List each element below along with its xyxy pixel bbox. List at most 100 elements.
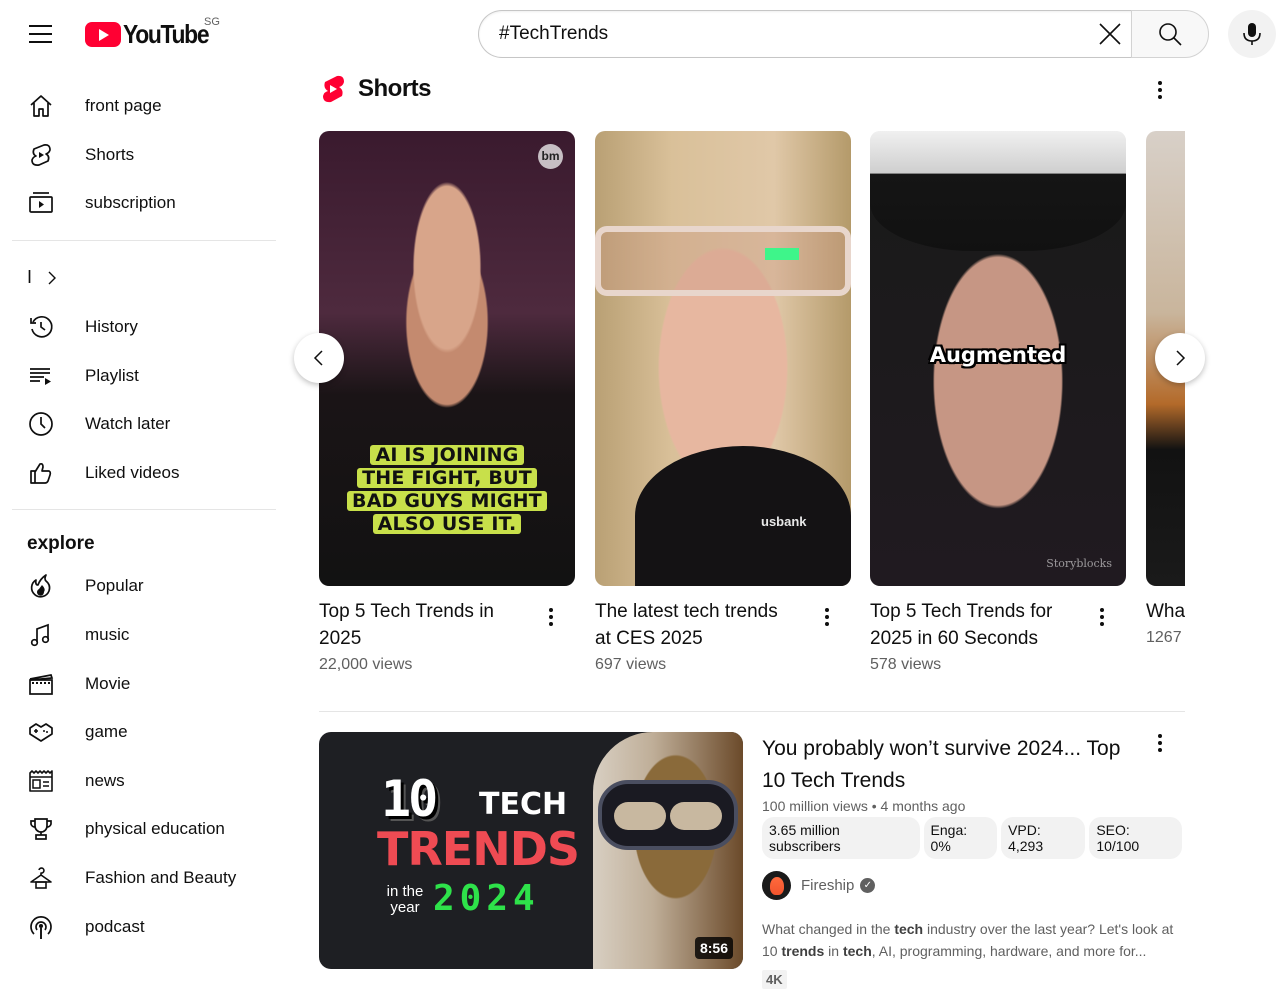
short-title[interactable]: What tech trends xyxy=(1146,598,1185,625)
shorts-shelf: bm AI IS JOINING THE FIGHT, BUT BAD GUYS… xyxy=(319,131,1185,691)
short-more-button[interactable] xyxy=(539,605,563,629)
search-button[interactable] xyxy=(1131,10,1209,58)
movie-icon xyxy=(29,673,54,695)
news-icon xyxy=(29,770,53,792)
caption-line: THE FIGHT, BUT xyxy=(357,468,537,488)
thumbnail-text: 10 xyxy=(381,770,438,828)
channel-name[interactable]: Fireship xyxy=(801,877,854,894)
video-thumbnail[interactable]: 10 TECH TRENDS in the year 2024 8:56 xyxy=(319,732,743,969)
short-views: 1267 xyxy=(1146,629,1182,646)
voice-search-button[interactable] xyxy=(1228,10,1276,58)
channel-avatar[interactable] xyxy=(762,871,791,900)
youtube-logo[interactable]: YouTube xyxy=(85,18,220,49)
shelf-next-button[interactable] xyxy=(1155,333,1205,383)
sidebar-divider xyxy=(12,509,276,511)
short-views: 697 views xyxy=(595,656,667,673)
region-code: SG xyxy=(204,16,220,28)
chevron-right-icon xyxy=(1176,350,1186,366)
shorts-more-button[interactable] xyxy=(1148,78,1172,102)
shelf-previous-button[interactable] xyxy=(294,333,344,383)
sidebar-item-home[interactable]: front page xyxy=(0,82,290,131)
sidebar-item-game[interactable]: game xyxy=(0,708,290,757)
thumbnail-text: 2024 xyxy=(433,878,540,919)
keyword-highlight: trends xyxy=(781,943,825,959)
thumbnail-text: in the year xyxy=(386,883,424,916)
engagement-chip: Enga: 0% xyxy=(923,817,998,859)
stats-chips: 3.65 million subscribers Enga: 0% VPD: 4… xyxy=(762,817,1182,859)
more-vert-icon xyxy=(825,608,829,612)
menu-button[interactable] xyxy=(29,25,53,43)
mic-icon xyxy=(1243,23,1261,45)
short-card[interactable]: Augmented Storyblocks Top 5 Tech Trends … xyxy=(870,131,1126,674)
more-vert-icon xyxy=(1100,608,1104,612)
short-card[interactable]: bm AI IS JOINING THE FIGHT, BUT BAD GUYS… xyxy=(319,131,575,674)
video-description: What changed in the tech industry over t… xyxy=(762,918,1177,962)
sidebar-item-movie[interactable]: Movie xyxy=(0,659,290,708)
short-title[interactable]: Top 5 Tech Trends for 2025 in 60 Seconds xyxy=(870,598,1070,652)
subscribers-chip: 3.65 million subscribers xyxy=(762,817,920,859)
thumbnail-text: TECH xyxy=(479,787,568,822)
channel-link[interactable]: Fireship ✓ xyxy=(762,871,1182,900)
sidebar-item-playlist[interactable]: Playlist xyxy=(0,351,290,400)
video-metadata: 100 million views • 4 months ago xyxy=(762,798,966,814)
sidebar-item-news[interactable]: news xyxy=(0,757,290,806)
sidebar-item-history[interactable]: History xyxy=(0,303,290,352)
playlist-icon xyxy=(30,367,51,385)
sidebar-item-popular[interactable]: Popular xyxy=(0,562,290,611)
sidebar-item-fashion-beauty[interactable]: Fashion and Beauty xyxy=(0,854,290,903)
more-vert-icon xyxy=(1158,734,1162,738)
description-text: in xyxy=(824,943,843,959)
keyword-highlight: tech xyxy=(842,943,872,959)
sidebar-item-label: Watch later xyxy=(85,414,171,434)
video-info: You probably won’t survive 2024... Top 1… xyxy=(762,733,1182,989)
home-icon xyxy=(30,95,52,118)
short-title[interactable]: The latest tech trends at CES 2025 xyxy=(595,598,795,652)
video-more-button[interactable] xyxy=(1148,731,1172,755)
search-box[interactable] xyxy=(478,10,1132,58)
quality-badge: 4K xyxy=(762,970,787,989)
podcast-icon xyxy=(30,915,52,939)
shorts-icon xyxy=(31,143,51,166)
sidebar-item-you[interactable]: I xyxy=(0,253,290,303)
chevron-right-icon xyxy=(48,271,57,285)
more-vert-icon xyxy=(1158,81,1162,85)
short-card[interactable]: What tech trends 1267 xyxy=(1146,131,1185,647)
logo-text: YouTube xyxy=(123,18,210,49)
short-more-button[interactable] xyxy=(1090,605,1114,629)
clear-search-button[interactable] xyxy=(1094,18,1126,50)
sidebar-item-music[interactable]: music xyxy=(0,611,290,660)
sidebar-item-label: Playlist xyxy=(85,365,139,385)
short-thumbnail[interactable]: usbank xyxy=(595,131,851,586)
clear-icon xyxy=(1099,23,1121,45)
sidebar-item-subscriptions[interactable]: subscription xyxy=(0,179,290,228)
caption-line: ALSO USE IT. xyxy=(372,514,522,534)
video-duration: 8:56 xyxy=(694,937,733,959)
thumbnail-text: TRENDS xyxy=(377,822,580,876)
view-count: 100 million views xyxy=(762,798,868,814)
more-vert-icon xyxy=(549,608,553,612)
you-label: I xyxy=(27,267,33,288)
sidebar-item-label: music xyxy=(85,625,130,645)
music-icon xyxy=(30,623,50,647)
search-input[interactable] xyxy=(499,23,1079,45)
short-card[interactable]: usbank The latest tech trends at CES 202… xyxy=(595,131,851,674)
channel-watermark: usbank xyxy=(761,514,807,529)
short-thumbnail[interactable]: Augmented Storyblocks xyxy=(870,131,1126,586)
verified-badge-icon: ✓ xyxy=(860,878,876,893)
short-thumbnail[interactable]: bm AI IS JOINING THE FIGHT, BUT BAD GUYS… xyxy=(319,131,575,586)
sidebar-item-shorts[interactable]: Shorts xyxy=(0,131,290,180)
keyword-highlight: tech xyxy=(894,921,924,937)
upload-age: 4 months ago xyxy=(880,798,966,814)
thumbnail-caption: AI IS JOINING THE FIGHT, BUT BAD GUYS MI… xyxy=(319,445,575,534)
short-more-button[interactable] xyxy=(815,605,839,629)
sidebar-item-label: front page xyxy=(85,96,162,116)
sidebar-item-podcast[interactable]: podcast xyxy=(0,902,290,951)
video-title[interactable]: You probably won’t survive 2024... Top 1… xyxy=(762,733,1142,797)
short-title[interactable]: Top 5 Tech Trends in 2025 xyxy=(319,598,519,652)
sidebar-item-liked-videos[interactable]: Liked videos xyxy=(0,449,290,498)
sidebar-item-watch-later[interactable]: Watch later xyxy=(0,400,290,449)
vpd-chip: VPD: 4,293 xyxy=(1001,817,1086,859)
description-text: What changed in the xyxy=(762,921,895,937)
sidebar-item-label: game xyxy=(85,722,128,742)
sidebar-item-physical-education[interactable]: physical education xyxy=(0,805,290,854)
